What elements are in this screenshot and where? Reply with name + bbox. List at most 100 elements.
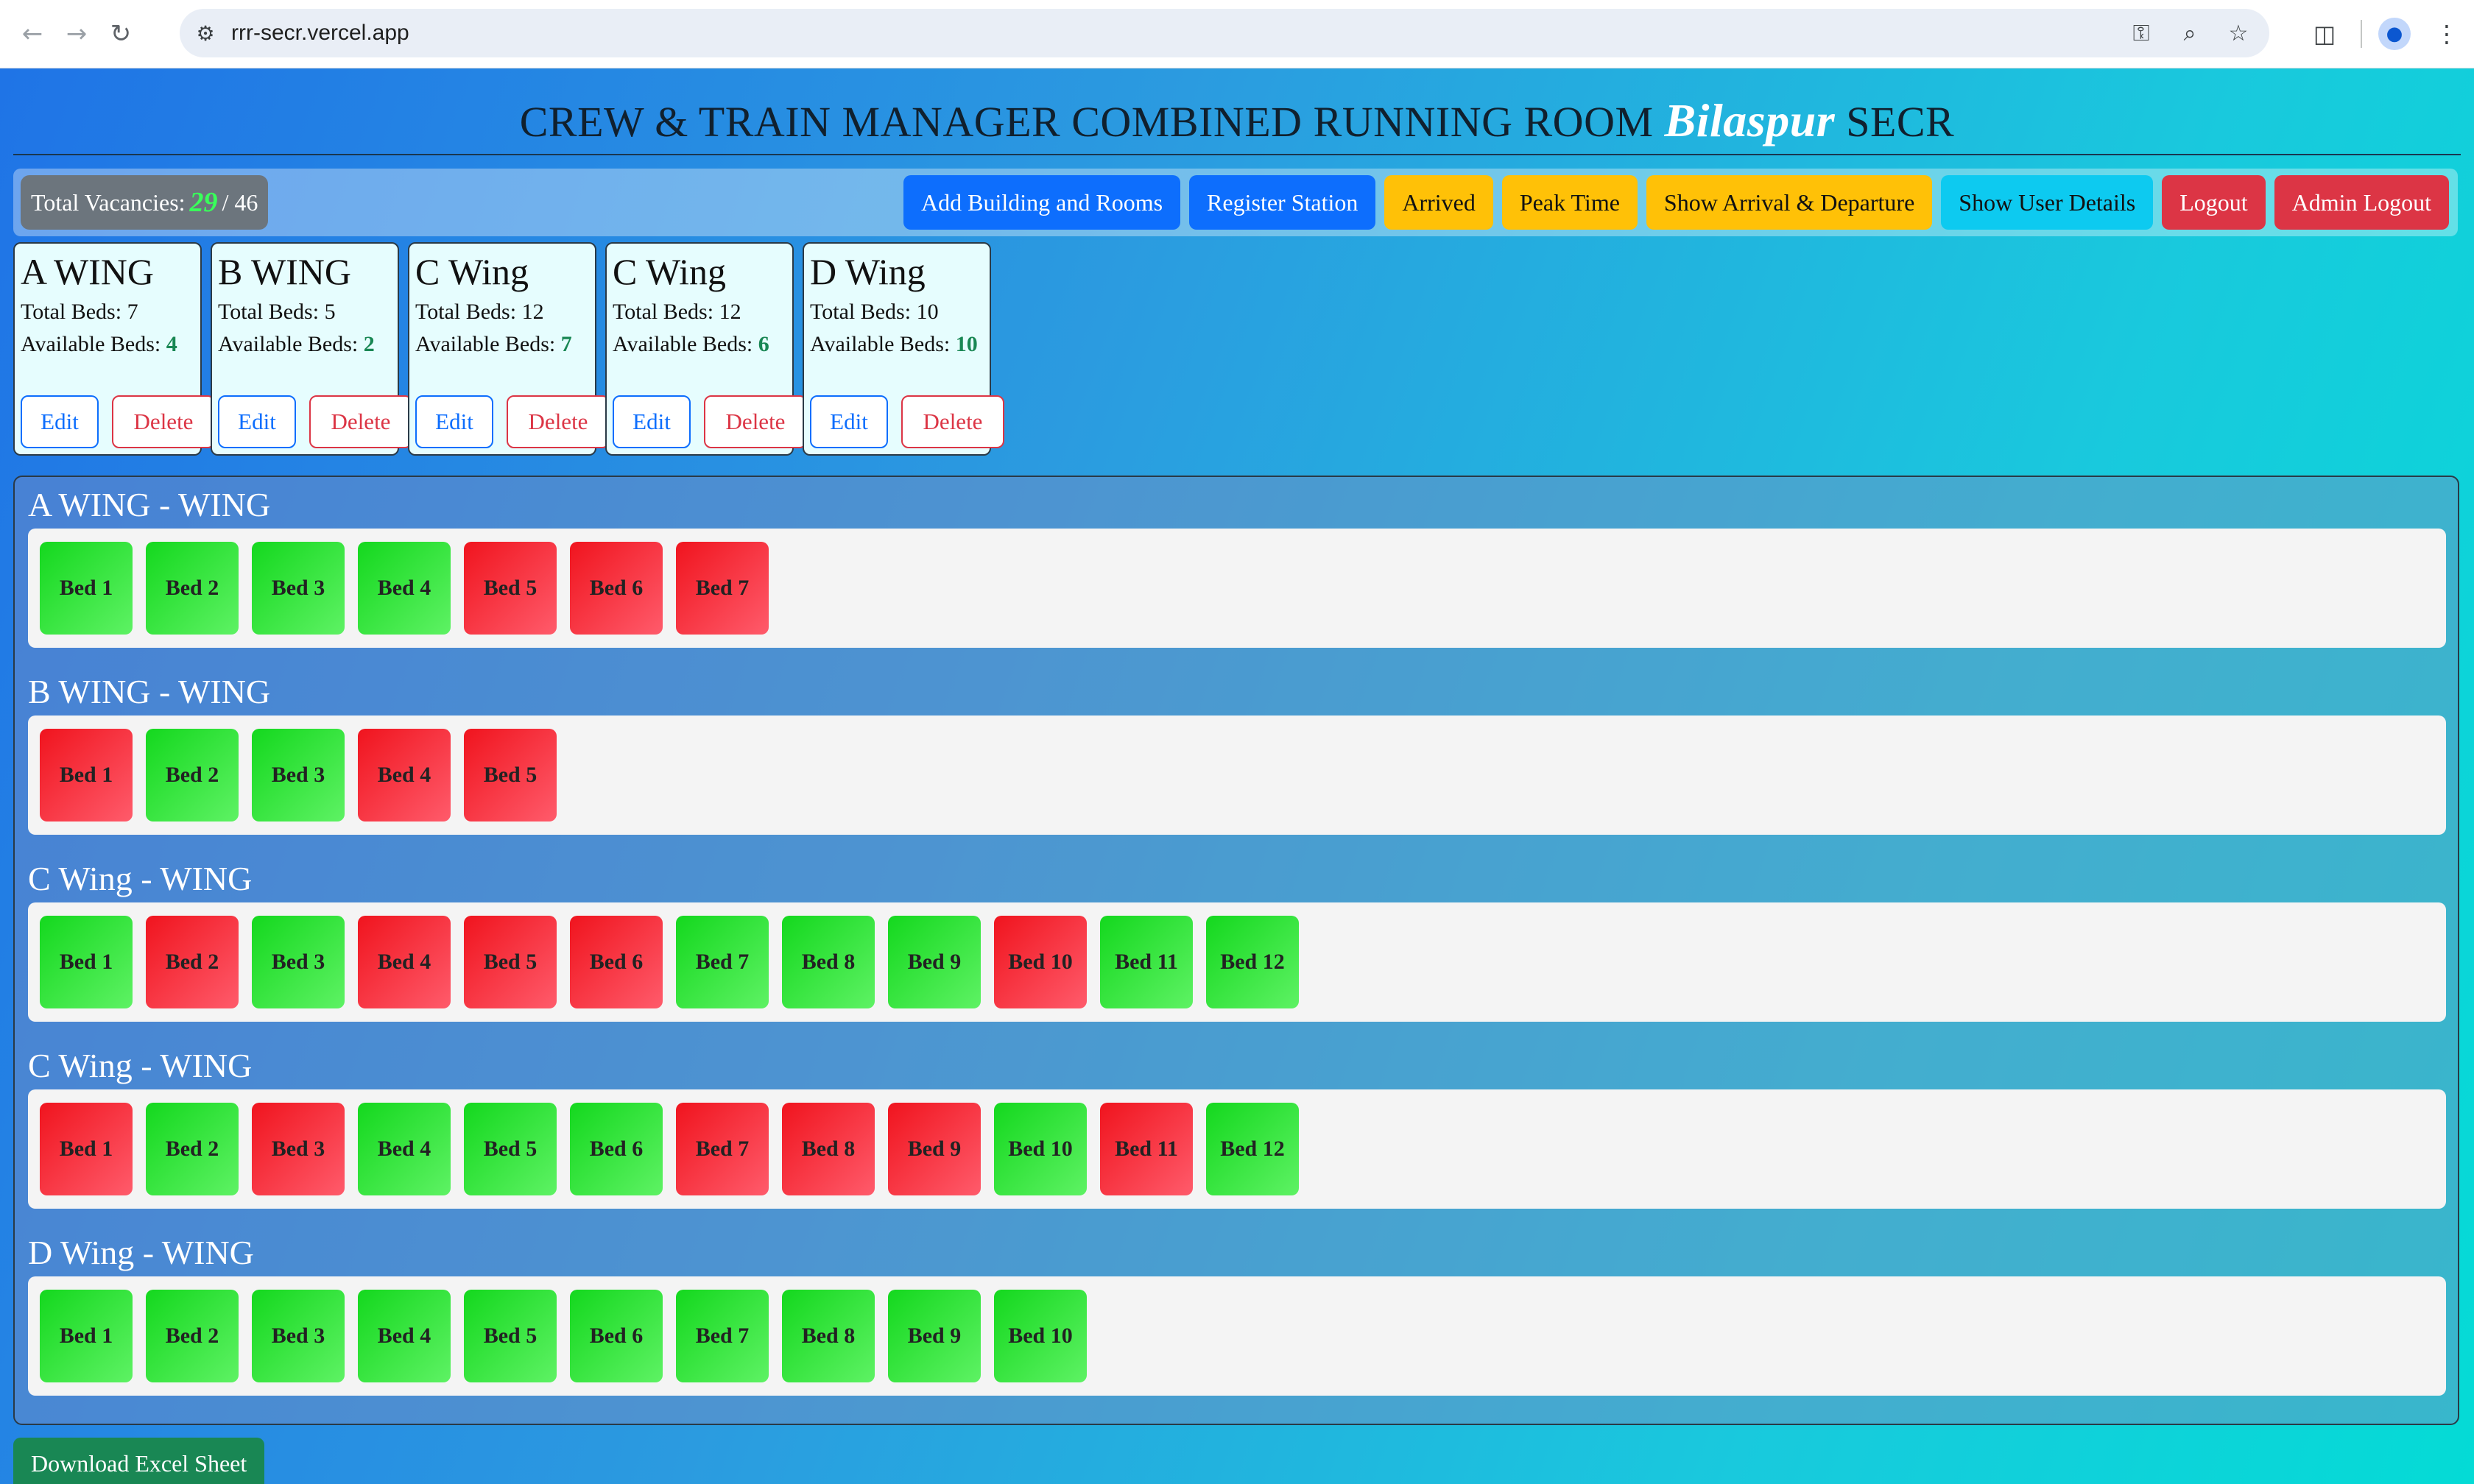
edit-button[interactable]: Edit <box>21 395 99 448</box>
bed-tile-available[interactable]: Bed 12 <box>1206 916 1299 1008</box>
add-building-and-rooms-button[interactable]: Add Building and Rooms <box>903 175 1181 230</box>
bed-tile-available[interactable]: Bed 6 <box>570 1290 663 1382</box>
delete-button[interactable]: Delete <box>507 395 610 448</box>
bed-tile-available[interactable]: Bed 2 <box>146 542 239 635</box>
available-beds-value: 10 <box>955 332 978 356</box>
wing-card: B WING Total Beds: 5 Available Beds: 2 Edit… <box>211 242 412 456</box>
edit-button[interactable]: Edit <box>810 395 888 448</box>
card-actions: Edit Delete <box>218 395 412 448</box>
bed-tile-occupied[interactable]: Bed 2 <box>146 916 239 1008</box>
toolbar-buttons: Add Building and Rooms Register Station Ar… <box>903 175 2449 230</box>
bed-tile-occupied[interactable]: Bed 6 <box>570 542 663 635</box>
delete-button[interactable]: Delete <box>112 395 215 448</box>
wing-section: B WING - WING Bed 1 Bed 2 Bed 3 Bed 4 Bed 5 <box>28 668 2446 835</box>
admin-logout-button[interactable]: Admin Logout <box>2274 175 2449 230</box>
address-bar[interactable]: ⚙ rrr-secr.vercel.app ⚿ ⌕ ☆ <box>180 9 2269 57</box>
bed-tile-available[interactable]: Bed 11 <box>1100 916 1193 1008</box>
bed-tile-available[interactable]: Bed 3 <box>252 542 345 635</box>
bed-tile-occupied[interactable]: Bed 3 <box>252 1103 345 1195</box>
bed-tile-available[interactable]: Bed 4 <box>358 542 451 635</box>
bed-tile-occupied[interactable]: Bed 5 <box>464 729 557 822</box>
card-actions: Edit Delete <box>415 395 610 448</box>
vacancy-total: / 46 <box>222 188 258 216</box>
bed-tile-available[interactable]: Bed 2 <box>146 1103 239 1195</box>
edit-button[interactable]: Edit <box>415 395 493 448</box>
bed-tile-occupied[interactable]: Bed 8 <box>782 1103 875 1195</box>
delete-button[interactable]: Delete <box>309 395 412 448</box>
title-city: Bilaspur <box>1664 94 1836 146</box>
bed-tile-available[interactable]: Bed 8 <box>782 1290 875 1382</box>
bed-tile-available[interactable]: Bed 4 <box>358 1290 451 1382</box>
bed-tile-occupied[interactable]: Bed 5 <box>464 916 557 1008</box>
bed-tile-occupied[interactable]: Bed 6 <box>570 916 663 1008</box>
bed-tile-available[interactable]: Bed 1 <box>40 542 133 635</box>
peak-time-button[interactable]: Peak Time <box>1501 175 1638 230</box>
bed-tile-available[interactable]: Bed 5 <box>464 1103 557 1195</box>
total-beds-line: Total Beds: 10 <box>810 300 984 325</box>
bed-tile-available[interactable]: Bed 9 <box>888 916 981 1008</box>
bed-tile-available[interactable]: Bed 6 <box>570 1103 663 1195</box>
star-icon[interactable]: ☆ <box>2221 21 2256 46</box>
total-beds-label: Total Beds: <box>218 300 320 324</box>
bed-tile-available[interactable]: Bed 8 <box>782 916 875 1008</box>
browser-toolbar: ← → ↻ ⚙ rrr-secr.vercel.app ⚿ ⌕ ☆ ◫ ● ⋮ <box>0 0 2474 68</box>
bed-tile-available[interactable]: Bed 3 <box>252 916 345 1008</box>
bed-tile-available[interactable]: Bed 7 <box>676 1290 769 1382</box>
menu-kebab-icon[interactable]: ⋮ <box>2427 20 2467 48</box>
show-user-details-button[interactable]: Show User Details <box>1941 175 2154 230</box>
toolbar-divider <box>2361 20 2362 48</box>
card-actions: Edit Delete <box>21 395 215 448</box>
total-beds-value: 12 <box>719 300 741 324</box>
bed-tile-occupied[interactable]: Bed 9 <box>888 1103 981 1195</box>
bed-tile-available[interactable]: Bed 4 <box>358 1103 451 1195</box>
available-beds-line: Available Beds: 7 <box>415 332 589 357</box>
bed-tile-occupied[interactable]: Bed 4 <box>358 916 451 1008</box>
extensions-icon[interactable]: ◫ <box>2305 20 2344 48</box>
forward-icon[interactable]: → <box>54 12 99 56</box>
url-text[interactable]: rrr-secr.vercel.app <box>231 21 409 46</box>
bed-tile-available[interactable]: Bed 3 <box>252 1290 345 1382</box>
logout-button[interactable]: Logout <box>2162 175 2266 230</box>
bed-tile-occupied[interactable]: Bed 4 <box>358 729 451 822</box>
action-toolbar: Total Vacancies: 29 / 46 Add Building an… <box>13 169 2458 236</box>
delete-button[interactable]: Delete <box>704 395 807 448</box>
bed-tile-available[interactable]: Bed 5 <box>464 1290 557 1382</box>
show-arrival-and-departure-button[interactable]: Show Arrival & Departure <box>1646 175 1933 230</box>
available-beds-label: Available Beds: <box>613 332 753 356</box>
arrived-button[interactable]: Arrived <box>1384 175 1493 230</box>
bed-tile-available[interactable]: Bed 2 <box>146 729 239 822</box>
reload-icon[interactable]: ↻ <box>99 12 143 56</box>
back-icon[interactable]: ← <box>10 12 54 56</box>
bed-tile-available[interactable]: Bed 10 <box>994 1290 1087 1382</box>
profile-avatar-icon[interactable]: ● <box>2378 18 2411 50</box>
edit-button[interactable]: Edit <box>613 395 691 448</box>
page-title: CREW & TRAIN MANAGER COMBINED RUNNING RO… <box>0 93 2474 148</box>
register-station-button[interactable]: Register Station <box>1189 175 1376 230</box>
bed-tile-available[interactable]: Bed 3 <box>252 729 345 822</box>
site-settings-icon[interactable]: ⚙ <box>180 21 231 46</box>
edit-button[interactable]: Edit <box>218 395 296 448</box>
bed-tile-available[interactable]: Bed 12 <box>1206 1103 1299 1195</box>
total-beds-line: Total Beds: 12 <box>415 300 589 325</box>
bed-tile-available[interactable]: Bed 9 <box>888 1290 981 1382</box>
bed-tile-occupied[interactable]: Bed 1 <box>40 729 133 822</box>
bed-tile-occupied[interactable]: Bed 7 <box>676 1103 769 1195</box>
wing-section: C Wing - WING Bed 1 Bed 2 Bed 3 Bed 4 Bed 5 Be… <box>28 1042 2446 1209</box>
bed-tile-occupied[interactable]: Bed 1 <box>40 1103 133 1195</box>
bed-tile-occupied[interactable]: Bed 7 <box>676 542 769 635</box>
bed-tile-available[interactable]: Bed 1 <box>40 916 133 1008</box>
bed-tile-available[interactable]: Bed 2 <box>146 1290 239 1382</box>
zoom-icon[interactable]: ⌕ <box>2172 21 2207 46</box>
bed-tile-available[interactable]: Bed 1 <box>40 1290 133 1382</box>
bed-tile-occupied[interactable]: Bed 10 <box>994 916 1087 1008</box>
download-excel-button[interactable]: Download Excel Sheet <box>13 1438 265 1484</box>
total-beds-line: Total Beds: 7 <box>21 300 194 325</box>
delete-button[interactable]: Delete <box>901 395 1004 448</box>
available-beds-line: Available Beds: 4 <box>21 332 194 357</box>
bed-tile-occupied[interactable]: Bed 5 <box>464 542 557 635</box>
bed-tile-occupied[interactable]: Bed 11 <box>1100 1103 1193 1195</box>
key-icon[interactable]: ⚿ <box>2124 21 2159 46</box>
bed-tile-available[interactable]: Bed 7 <box>676 916 769 1008</box>
total-beds-label: Total Beds: <box>810 300 912 324</box>
bed-tile-available[interactable]: Bed 10 <box>994 1103 1087 1195</box>
